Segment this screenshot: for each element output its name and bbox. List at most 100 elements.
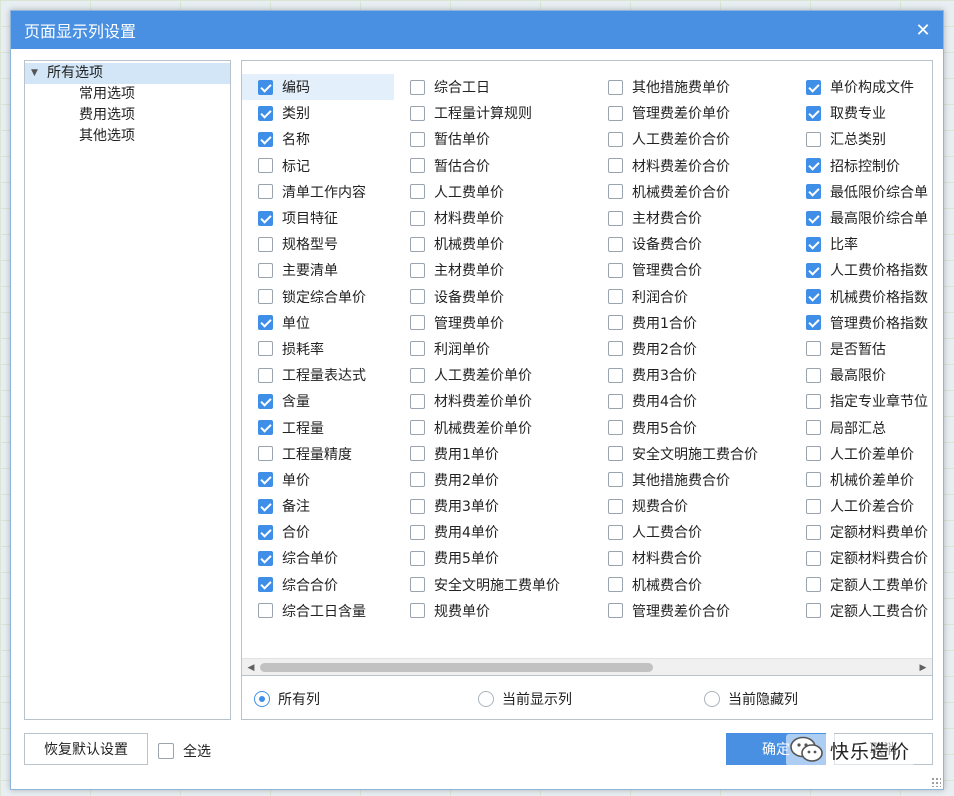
- column-option[interactable]: 最低限价综合单: [790, 179, 932, 205]
- column-option[interactable]: 机械费差价合价: [592, 179, 790, 205]
- column-option[interactable]: 管理费差价合价: [592, 598, 790, 624]
- checkbox[interactable]: [608, 367, 623, 383]
- column-option[interactable]: 费用4单价: [394, 519, 592, 545]
- restore-default-button[interactable]: 恢复默认设置: [24, 733, 148, 765]
- close-icon[interactable]: ✕: [913, 20, 933, 41]
- checkbox[interactable]: [608, 498, 623, 514]
- checkbox-checked[interactable]: [258, 524, 273, 540]
- checkbox[interactable]: [410, 603, 425, 619]
- column-option[interactable]: 材料费合价: [592, 545, 790, 571]
- column-option[interactable]: 综合合价: [242, 572, 394, 598]
- checkbox[interactable]: [258, 603, 273, 619]
- checkbox[interactable]: [608, 289, 623, 305]
- checkbox[interactable]: [258, 367, 273, 383]
- column-option[interactable]: 定额材料费合价: [790, 545, 932, 571]
- checkbox[interactable]: [258, 184, 273, 200]
- checkbox-checked[interactable]: [258, 210, 273, 226]
- checkbox[interactable]: [410, 289, 425, 305]
- radio-dot[interactable]: [704, 691, 720, 707]
- column-option[interactable]: 费用1合价: [592, 310, 790, 336]
- checkbox[interactable]: [608, 236, 623, 252]
- checkbox-checked[interactable]: [258, 472, 273, 488]
- tree-item-common[interactable]: 常用选项: [25, 84, 230, 105]
- column-option[interactable]: 设备费合价: [592, 231, 790, 257]
- column-option[interactable]: 材料费差价合价: [592, 153, 790, 179]
- column-option[interactable]: 指定专业章节位: [790, 388, 932, 414]
- checkbox[interactable]: [410, 184, 425, 200]
- radio-hidden-columns[interactable]: 当前隐藏列: [704, 689, 798, 709]
- checkbox[interactable]: [608, 472, 623, 488]
- column-option[interactable]: 类别: [242, 100, 394, 126]
- column-option[interactable]: 综合单价: [242, 545, 394, 571]
- checkbox[interactable]: [258, 158, 273, 174]
- checkbox[interactable]: [608, 420, 623, 436]
- column-option[interactable]: 费用5单价: [394, 545, 592, 571]
- checkbox[interactable]: [608, 210, 623, 226]
- checkbox[interactable]: [410, 420, 425, 436]
- checkbox-checked[interactable]: [806, 236, 821, 252]
- column-option[interactable]: 工程量计算规则: [394, 100, 592, 126]
- checkbox[interactable]: [806, 472, 821, 488]
- column-option[interactable]: 工程量: [242, 414, 394, 440]
- column-option[interactable]: 利润单价: [394, 336, 592, 362]
- column-option[interactable]: 比率: [790, 231, 932, 257]
- checkbox-checked[interactable]: [806, 289, 821, 305]
- radio-visible-columns[interactable]: 当前显示列: [478, 689, 572, 709]
- checkbox[interactable]: [410, 524, 425, 540]
- checkbox-checked[interactable]: [258, 420, 273, 436]
- checkbox[interactable]: [608, 393, 623, 409]
- checkbox[interactable]: [410, 446, 425, 462]
- column-option[interactable]: 管理费差价单价: [592, 100, 790, 126]
- column-option[interactable]: 安全文明施工费单价: [394, 572, 592, 598]
- checkbox[interactable]: [410, 158, 425, 174]
- checkbox[interactable]: [410, 393, 425, 409]
- column-option[interactable]: 费用1单价: [394, 441, 592, 467]
- column-option[interactable]: 费用4合价: [592, 388, 790, 414]
- checkbox-checked[interactable]: [258, 393, 273, 409]
- column-option[interactable]: 机械费单价: [394, 231, 592, 257]
- column-option[interactable]: 人工价差单价: [790, 441, 932, 467]
- column-option[interactable]: 是否暂估: [790, 336, 932, 362]
- checkbox[interactable]: [806, 131, 821, 147]
- column-option[interactable]: 定额人工费合价: [790, 598, 932, 624]
- column-option[interactable]: 主材费单价: [394, 257, 592, 283]
- checkbox[interactable]: [258, 446, 273, 462]
- column-option[interactable]: 工程量精度: [242, 441, 394, 467]
- column-option[interactable]: 费用5合价: [592, 414, 790, 440]
- checkbox-checked[interactable]: [258, 131, 273, 147]
- column-option[interactable]: 定额人工费单价: [790, 572, 932, 598]
- column-option[interactable]: 设备费单价: [394, 284, 592, 310]
- column-option[interactable]: 名称: [242, 126, 394, 152]
- checkbox[interactable]: [258, 289, 273, 305]
- checkbox[interactable]: [608, 79, 623, 95]
- column-option[interactable]: 其他措施费合价: [592, 467, 790, 493]
- checkbox[interactable]: [258, 341, 273, 357]
- radio-dot[interactable]: [254, 691, 270, 707]
- select-all-checkbox[interactable]: 全选: [158, 741, 211, 761]
- column-option[interactable]: 人工费差价单价: [394, 362, 592, 388]
- checkbox[interactable]: [410, 367, 425, 383]
- checkbox[interactable]: [258, 262, 273, 278]
- checkbox[interactable]: [806, 524, 821, 540]
- column-option[interactable]: 费用2合价: [592, 336, 790, 362]
- column-option[interactable]: 锁定综合单价: [242, 284, 394, 310]
- checkbox[interactable]: [410, 105, 425, 121]
- column-option[interactable]: 材料费单价: [394, 205, 592, 231]
- checkbox-checked[interactable]: [806, 210, 821, 226]
- checkbox[interactable]: [410, 210, 425, 226]
- column-option[interactable]: 规费合价: [592, 493, 790, 519]
- checkbox[interactable]: [608, 446, 623, 462]
- checkbox[interactable]: [806, 341, 821, 357]
- column-option[interactable]: 汇总类别: [790, 126, 932, 152]
- checkbox[interactable]: [806, 498, 821, 514]
- checkbox-checked[interactable]: [806, 79, 821, 95]
- checkbox[interactable]: [806, 577, 821, 593]
- checkbox[interactable]: [410, 472, 425, 488]
- checkbox[interactable]: [410, 577, 425, 593]
- radio-all-columns[interactable]: 所有列: [254, 689, 320, 709]
- column-option[interactable]: 编码: [242, 74, 394, 101]
- checkbox[interactable]: [410, 236, 425, 252]
- checkbox[interactable]: [608, 315, 623, 331]
- checkbox[interactable]: [608, 158, 623, 174]
- checkbox[interactable]: [608, 184, 623, 200]
